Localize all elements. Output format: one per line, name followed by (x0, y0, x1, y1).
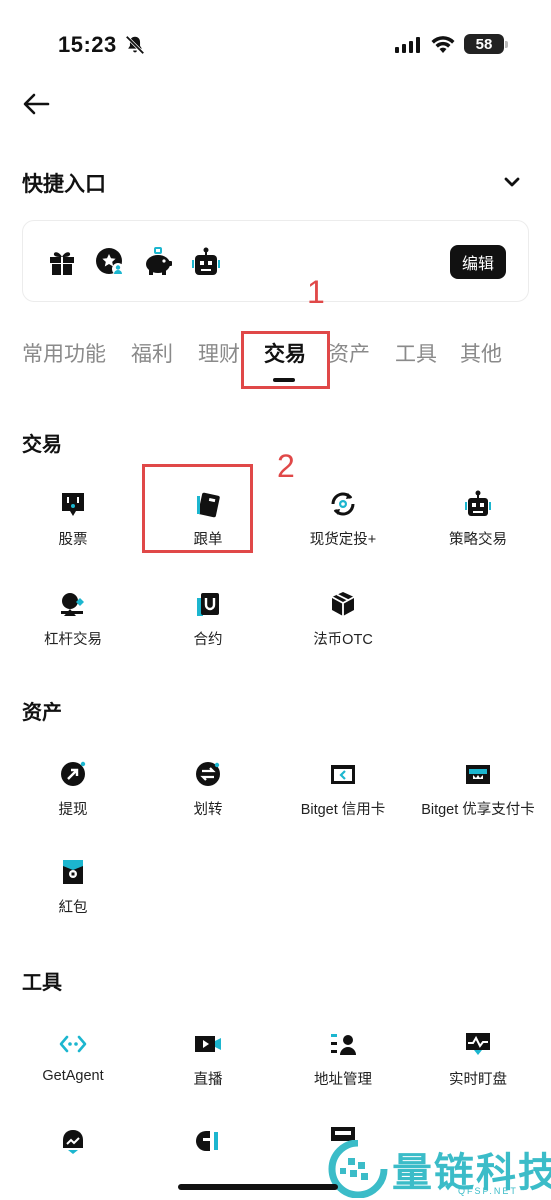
credit-card-icon (331, 765, 355, 784)
grid-label: 地址管理 (314, 1072, 372, 1088)
spot-dca-icon (331, 492, 355, 516)
plug-icon[interactable] (194, 1128, 222, 1156)
tab-finance[interactable]: 理财 (198, 338, 240, 368)
annotation-box-trade-tab (241, 331, 330, 389)
star-user-icon[interactable] (95, 247, 125, 277)
grid-item-red-packet[interactable]: 紅包 (5, 858, 141, 917)
address-icon (331, 1034, 356, 1055)
grid-label: Bitget 优享支付卡 (421, 802, 535, 818)
tab-assets[interactable]: 资产 (328, 338, 370, 368)
grid-label: GetAgent (42, 1068, 104, 1084)
chevron-down-icon[interactable] (502, 172, 522, 192)
grid-label: 法币OTC (313, 632, 373, 648)
grid-item-credit-card[interactable]: Bitget 信用卡 (275, 760, 411, 819)
gift-icon[interactable] (47, 247, 77, 277)
grid-label: 合约 (193, 632, 223, 648)
tab-benefits[interactable]: 福利 (131, 338, 173, 368)
piggy-bank-icon[interactable] (143, 247, 173, 277)
grid-item-margin[interactable]: 杠杆交易 (5, 590, 141, 649)
section-title-trade: 交易 (22, 434, 62, 456)
robot-icon[interactable] (191, 247, 221, 277)
otc-box-icon (331, 592, 355, 616)
status-bar: 15:23 58 (0, 30, 551, 60)
grid-item-strategy[interactable]: 策略交易 (410, 490, 546, 549)
battery-indicator: 58 (464, 34, 508, 54)
bell-muted-icon (125, 35, 145, 55)
watermark-logo-icon (328, 1140, 388, 1198)
section-title-assets: 资产 (22, 702, 62, 724)
tab-other[interactable]: 其他 (460, 338, 502, 368)
alert-icon[interactable] (59, 1128, 87, 1156)
grid-item-getagent[interactable]: GetAgent (5, 1030, 141, 1084)
tab-common[interactable]: 常用功能 (22, 338, 106, 368)
grid-label: 现货定投+ (309, 532, 377, 548)
getagent-icon (59, 1035, 87, 1053)
live-icon (195, 1036, 221, 1052)
home-indicator[interactable] (178, 1184, 338, 1190)
margin-icon (61, 593, 84, 616)
grid-item-monitor[interactable]: 实时盯盘 (410, 1030, 546, 1089)
grid-item-futures[interactable]: 合约 (140, 590, 276, 649)
grid-label: 实时盯盘 (449, 1072, 507, 1088)
tab-tools[interactable]: 工具 (395, 338, 437, 368)
back-arrow-icon[interactable] (22, 90, 50, 118)
grid-item-spot-dca[interactable]: 现货定投+ (275, 490, 411, 549)
grid-item-stock[interactable]: 股票 (5, 490, 141, 549)
wifi-icon (431, 36, 455, 53)
quick-entry-title: 快捷入口 (22, 173, 106, 196)
watermark: 量链科技 QFSP.NET (328, 1140, 551, 1200)
section-title-tools: 工具 (22, 972, 62, 994)
annotation-number-2: 2 (277, 448, 295, 484)
annotation-number-1: 1 (307, 274, 325, 310)
red-packet-icon (63, 860, 83, 884)
grid-item-withdraw[interactable]: 提现 (5, 760, 141, 819)
annotation-box-copy-trade (142, 464, 253, 553)
edit-button[interactable]: 编辑 (450, 245, 506, 279)
grid-item-live[interactable]: 直播 (140, 1030, 276, 1089)
watermark-subtitle: QFSP.NET (458, 1186, 518, 1196)
stock-icon (62, 493, 84, 516)
grid-label: 提现 (58, 802, 88, 818)
cellular-signal-icon (395, 37, 420, 53)
withdraw-icon (61, 761, 86, 786)
transfer-icon (196, 762, 220, 786)
grid-item-pay-card[interactable]: Bitget 优享支付卡 (410, 760, 546, 819)
grid-label: 策略交易 (449, 532, 507, 548)
strategy-bot-icon (465, 490, 491, 516)
grid-label: 股票 (58, 532, 88, 548)
grid-item-transfer[interactable]: 划转 (140, 760, 276, 819)
futures-icon (197, 593, 219, 616)
quick-entry-card: 编辑 (22, 220, 529, 302)
grid-item-otc[interactable]: 法币OTC (275, 590, 411, 649)
grid-label: 杠杆交易 (44, 632, 102, 648)
grid-label: Bitget 信用卡 (300, 802, 386, 818)
grid-label: 划转 (193, 802, 223, 818)
pay-card-icon (466, 765, 490, 784)
status-time: 15:23 (58, 32, 117, 57)
grid-label: 直播 (193, 1072, 223, 1088)
monitor-icon (466, 1033, 490, 1055)
grid-label: 紅包 (58, 900, 88, 916)
grid-item-address[interactable]: 地址管理 (275, 1030, 411, 1089)
